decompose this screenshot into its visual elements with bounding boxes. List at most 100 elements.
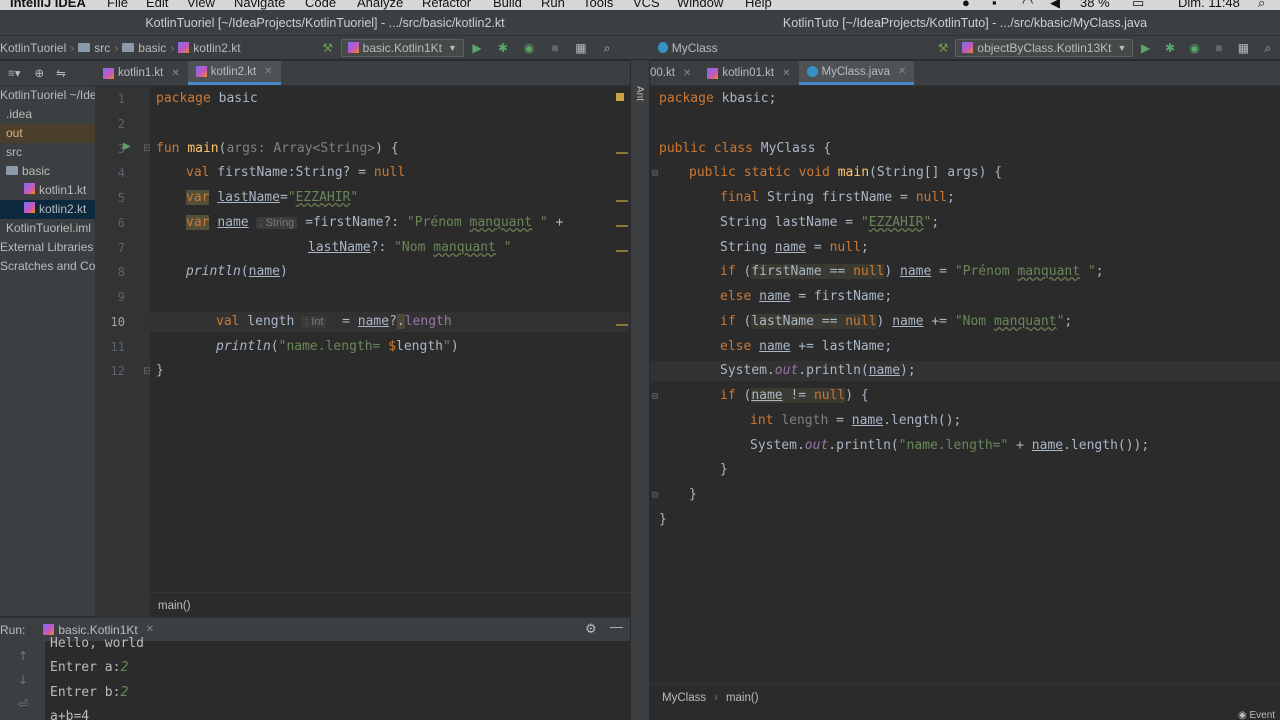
ant-tool-button[interactable]: Ant xyxy=(634,86,645,101)
run-gutter-icon[interactable]: ▶ xyxy=(123,141,131,152)
coverage-icon[interactable]: ◉ xyxy=(1188,41,1200,55)
error-stripe-mark[interactable] xyxy=(616,152,628,154)
record-icon[interactable]: ● xyxy=(962,0,970,10)
settings-icon[interactable]: ⇋ xyxy=(56,66,66,80)
menu-code[interactable]: Code xyxy=(305,0,336,10)
menu-help[interactable]: Help xyxy=(745,0,772,10)
code-line: fun main(args: Array<String>) { xyxy=(156,141,399,156)
tab-kotlin01[interactable]: kotlin01.kt ✕ xyxy=(699,61,798,85)
tree-item-idea[interactable]: .idea xyxy=(0,105,95,124)
minimize-icon[interactable]: — xyxy=(610,619,623,634)
line-number: 1 xyxy=(117,92,125,106)
right-code-editor[interactable]: package kbasic; public class MyClass { p… xyxy=(650,86,1280,684)
close-icon[interactable]: ✕ xyxy=(264,66,272,77)
tree-item-out[interactable]: out xyxy=(0,124,95,143)
kotlin-file-icon xyxy=(24,202,35,213)
fold-icon[interactable]: ⊟ xyxy=(652,490,658,501)
console-line: Entrer b:2 xyxy=(50,685,129,700)
menu-analyze[interactable]: Analyze xyxy=(357,0,403,10)
menu-window[interactable]: Window xyxy=(677,0,723,10)
breadcrumb-basic[interactable]: basic xyxy=(138,41,166,55)
arrow-up-icon[interactable]: ↑ xyxy=(18,649,28,663)
tree-item-external-libraries[interactable]: External Libraries xyxy=(0,238,95,257)
event-log-button[interactable]: ◉ Event xyxy=(1238,710,1275,720)
code-line: val firstName:String? = null xyxy=(186,165,406,180)
tree-item-kotlin2[interactable]: kotlin2.kt xyxy=(0,200,95,219)
left-code-editor[interactable]: package basic fun main(args: Array<Strin… xyxy=(150,86,630,592)
search-icon[interactable]: ⌕ xyxy=(1258,0,1265,10)
tab-00[interactable]: 00.kt ✕ xyxy=(650,61,699,85)
warning-indicator-icon[interactable] xyxy=(616,93,624,101)
tree-item-project[interactable]: KotlinTuoriel ~/Ide xyxy=(0,86,95,105)
tab-myclass[interactable]: MyClass.java ✕ xyxy=(798,61,915,85)
clock[interactable]: Dim. 11:48 xyxy=(1178,0,1240,10)
event-log-label: Event xyxy=(1249,710,1276,720)
debug-icon[interactable]: ✱ xyxy=(1164,41,1176,55)
close-icon[interactable]: ✕ xyxy=(683,68,691,79)
close-icon[interactable]: ✕ xyxy=(146,624,154,635)
close-icon[interactable]: ✕ xyxy=(171,68,179,79)
battery-level[interactable]: 38 % xyxy=(1080,0,1110,10)
build-hammer-icon[interactable]: ⚒ xyxy=(321,41,335,55)
breadcrumb-class[interactable]: MyClass xyxy=(672,41,718,55)
menu-edit[interactable]: Edit xyxy=(146,0,168,10)
left-window-title: KotlinTuoriel [~/IdeaProjects/KotlinTuor… xyxy=(0,10,650,36)
menu-build[interactable]: Build xyxy=(493,0,522,10)
run-icon[interactable]: ▶ xyxy=(1139,41,1151,55)
error-stripe-mark[interactable] xyxy=(616,200,628,202)
project-structure-icon[interactable]: ▦ xyxy=(574,41,588,55)
search-everywhere-icon[interactable]: ⌕ xyxy=(600,41,614,55)
stop-icon[interactable]: ■ xyxy=(548,41,562,55)
build-hammer-icon[interactable]: ⚒ xyxy=(937,41,949,55)
menu-tools[interactable]: Tools xyxy=(583,0,613,10)
breadcrumb-project[interactable]: KotlinTuoriel xyxy=(0,41,66,55)
battery-icon[interactable]: ▭ xyxy=(1132,0,1144,10)
tab-kotlin1[interactable]: kotlin1.kt ✕ xyxy=(95,61,188,85)
project-structure-icon[interactable]: ▦ xyxy=(1237,41,1249,55)
breadcrumb-file[interactable]: kotlin2.kt xyxy=(193,41,240,55)
line-number: 5 xyxy=(117,191,125,205)
arrow-down-icon[interactable]: ↓ xyxy=(18,673,28,687)
stop-icon[interactable]: ■ xyxy=(1213,41,1225,55)
tree-item-scratches[interactable]: Scratches and Con xyxy=(0,257,95,276)
error-stripe-mark[interactable] xyxy=(616,225,628,227)
layout-icon[interactable]: ≡▾ xyxy=(8,66,20,80)
tab-kotlin2[interactable]: kotlin2.kt ✕ xyxy=(187,61,281,85)
class-crumb[interactable]: MyClass xyxy=(662,692,706,704)
debug-icon[interactable]: ✱ xyxy=(496,41,510,55)
menu-navigate[interactable]: Navigate xyxy=(234,0,285,10)
volume-icon[interactable]: ◀ xyxy=(1050,0,1060,10)
run-configuration-select[interactable]: objectByClass.Kotlin13Kt ▼ xyxy=(955,38,1134,57)
run-configuration-select[interactable]: basic.Kotlin1Kt ▼ xyxy=(340,38,464,57)
fold-icon[interactable]: ⊟ xyxy=(652,168,658,179)
close-icon[interactable]: ✕ xyxy=(782,68,790,79)
menu-run[interactable]: Run xyxy=(541,0,565,10)
tree-item-iml[interactable]: KotlinTuoriel.iml xyxy=(0,219,95,238)
menu-app-name[interactable]: IntelliJ IDEA xyxy=(10,0,86,10)
tree-item-src[interactable]: src xyxy=(0,143,95,162)
target-icon[interactable]: ⊕ xyxy=(34,66,44,80)
wifi-icon[interactable]: ◠ xyxy=(1022,0,1033,10)
menu-file[interactable]: File xyxy=(107,0,128,10)
wrap-icon[interactable]: ⏎ xyxy=(18,697,28,711)
gear-icon[interactable]: ⚙ xyxy=(585,621,597,637)
flag-icon[interactable]: ▪ xyxy=(992,0,997,10)
menu-vcs[interactable]: VCS xyxy=(633,0,660,10)
search-everywhere-icon[interactable]: ⌕ xyxy=(1262,41,1274,55)
close-icon[interactable]: ✕ xyxy=(898,66,906,77)
tree-item-basic[interactable]: basic xyxy=(0,162,95,181)
function-crumb[interactable]: main() xyxy=(726,692,759,704)
breadcrumb-src[interactable]: src xyxy=(94,41,110,55)
error-stripe-mark[interactable] xyxy=(616,324,628,326)
error-stripe-mark[interactable] xyxy=(616,250,628,252)
event-log-icon: ◉ xyxy=(1238,710,1250,720)
function-crumb[interactable]: main() xyxy=(158,600,191,612)
code-line: else name += lastName; xyxy=(720,339,893,354)
tree-item-kotlin1[interactable]: kotlin1.kt xyxy=(0,181,95,200)
menu-refactor[interactable]: Refactor xyxy=(422,0,471,10)
fold-icon[interactable]: ⊟ xyxy=(652,391,658,402)
run-icon[interactable]: ▶ xyxy=(470,41,484,55)
coverage-icon[interactable]: ◉ xyxy=(522,41,536,55)
menu-view[interactable]: View xyxy=(187,0,215,10)
left-editor-breadcrumb: main() xyxy=(150,592,630,618)
